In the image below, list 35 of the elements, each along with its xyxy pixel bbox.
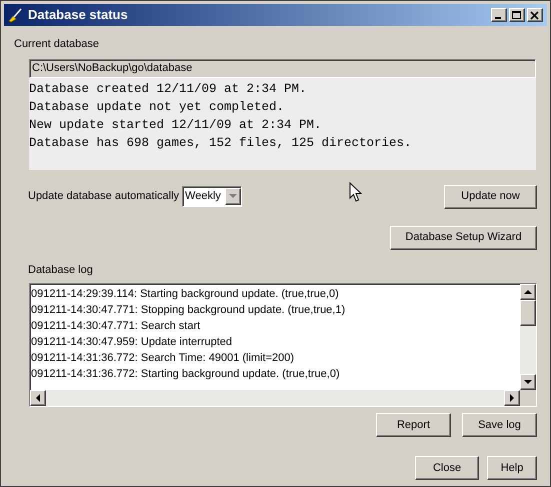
section-label: Database log: [28, 262, 94, 278]
dialog-button[interactable]: Database Setup Wizard: [390, 226, 537, 250]
dialog-button[interactable]: Report: [376, 413, 451, 437]
close-icon[interactable]: [527, 8, 543, 22]
auto-update-label: Update database automatically: [28, 189, 180, 204]
info-line: Database has 698 games, 152 files, 125 directories.: [29, 134, 413, 152]
section-label: Current database: [14, 37, 100, 52]
horizontal-scrollbar[interactable]: [30, 390, 520, 406]
maximize-icon[interactable]: [509, 8, 525, 22]
scroll-right-icon[interactable]: [504, 390, 520, 406]
log-line: 091211-14:31:36.772: Search Time: 49001 (limit=200): [31, 351, 296, 366]
scrollbar-thumb[interactable]: [520, 300, 536, 326]
log-line: 091211-14:30:47.771: Stopping background update. (true,true,1): [31, 303, 346, 318]
mouse-pointer-icon: [349, 182, 362, 203]
window-title: Database status: [28, 6, 129, 24]
scroll-left-icon[interactable]: [30, 390, 46, 406]
scrollbar-corner: [520, 390, 536, 406]
log-line: 091211-14:30:47.771: Search start: [31, 319, 202, 334]
scroll-up-icon[interactable]: [520, 284, 536, 300]
dialog-button[interactable]: Update now: [444, 184, 537, 208]
log-line: 091211-14:29:39.114: Starting background update. (true,true,0): [31, 287, 340, 302]
frequency-dropdown[interactable]: Weekly: [182, 186, 242, 207]
dialog-button[interactable]: Save log: [462, 413, 537, 437]
minimize-icon[interactable]: [491, 8, 507, 22]
broom-icon: [7, 7, 23, 23]
path-field: C:\Users\NoBackup\go\database: [29, 58, 536, 78]
dialog-button[interactable]: Help: [487, 456, 537, 480]
info-line: New update started 12/11/09 at 2:34 PM.: [29, 116, 323, 134]
info-line: Database update not yet completed.: [29, 98, 286, 116]
vertical-scrollbar[interactable]: [520, 284, 536, 390]
log-line: 091211-14:31:36.772: Starting background update. (true,true,0): [31, 367, 341, 382]
info-line: Database created 12/11/09 at 2:34 PM.: [29, 80, 308, 98]
log-line: 091211-14:30:47.959: Update interrupted: [31, 335, 234, 350]
scroll-down-icon[interactable]: [520, 374, 536, 390]
dialog-button[interactable]: Close: [415, 456, 479, 480]
